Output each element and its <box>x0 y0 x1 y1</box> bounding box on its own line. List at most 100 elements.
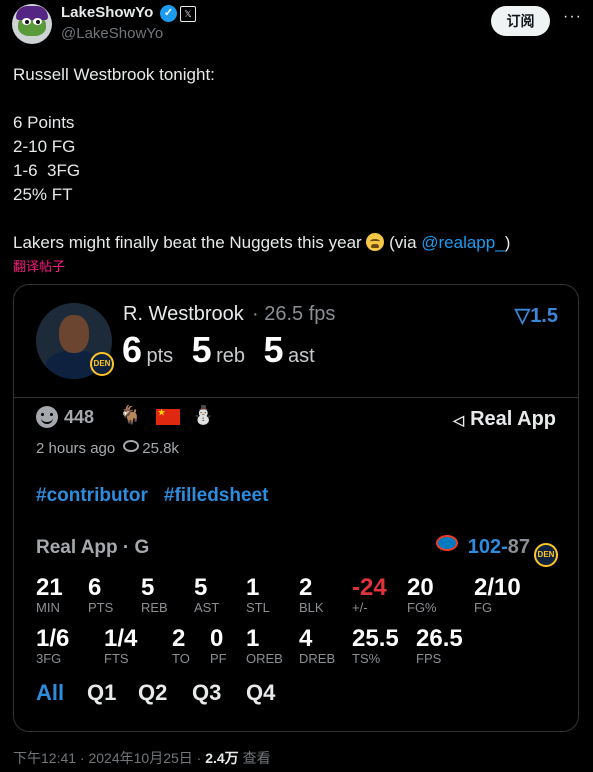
stat-value: 2 <box>299 574 313 601</box>
post-meta: 2 hours ago 25.8k <box>36 440 179 457</box>
more-options-icon[interactable]: ··· <box>563 8 582 26</box>
rebounds-unit: reb <box>216 345 246 367</box>
fps-delta: ▽1.5 <box>515 303 558 328</box>
post-timestamp[interactable]: 下午12:41 · 2024年10月25日 · <box>13 750 205 766</box>
score-home: 102 <box>467 536 502 558</box>
stat-label: STL <box>246 600 270 615</box>
tweet-line: 2-10 FG <box>13 137 76 156</box>
stat-cell: 5 REB <box>141 575 168 615</box>
views-label: 查看 <box>238 750 271 766</box>
fps-delta-value: 1.5 <box>530 305 558 327</box>
translate-post-link[interactable]: 翻译帖子 <box>13 256 65 275</box>
stat-label: FPS <box>416 651 442 666</box>
stat-value: 2/10 <box>474 574 521 601</box>
hashtag-link[interactable]: #contributor <box>36 485 148 506</box>
thunder-logo-icon <box>435 535 458 551</box>
down-triangle-icon: ▽ <box>514 305 531 327</box>
player-head <box>59 315 89 353</box>
divider <box>14 397 578 398</box>
author-avatar[interactable] <box>12 4 52 44</box>
score-separator: - <box>501 536 508 558</box>
stat-label: FG% <box>407 600 437 615</box>
post-view-count: 2.4万 <box>205 750 239 766</box>
assists-value: 5 <box>263 329 284 370</box>
tweet-line-text: ) <box>504 233 511 252</box>
player-name: R. Westbrook <box>123 303 244 325</box>
tab-q1[interactable]: Q1 <box>87 680 116 706</box>
stat-label: PF <box>210 651 227 666</box>
views-eye-icon <box>123 440 140 452</box>
stat-value: 2 <box>172 625 186 652</box>
stat-cell: 25.5 TS% <box>352 626 399 666</box>
stat-value: 0 <box>210 625 224 652</box>
stat-cell: 4 DREB <box>299 626 335 666</box>
player-fps: · 26.5 fps <box>252 303 336 325</box>
stat-cell: 2 BLK <box>299 575 324 615</box>
stat-value: 1 <box>246 574 260 601</box>
tweet-line: 25% FT <box>13 185 73 204</box>
china-flag-icon[interactable] <box>156 408 180 425</box>
real-app-logo-icon: ◁ <box>453 412 465 428</box>
assists-unit: ast <box>287 345 315 367</box>
author-handle[interactable]: @LakeShowYo <box>61 25 163 42</box>
stat-label: 3FG <box>36 651 62 666</box>
hashtag-link[interactable]: #filledsheet <box>164 485 269 506</box>
stat-cell: 26.5 FPS <box>416 626 463 666</box>
stat-label: AST <box>194 600 220 615</box>
brand-label: Real App <box>470 408 556 430</box>
loudly-crying-face-icon <box>366 233 385 251</box>
tab-q4[interactable]: Q4 <box>246 680 275 706</box>
stat-cell: 1/6 3FG <box>36 626 69 666</box>
subscribe-button[interactable]: 订阅 <box>491 6 550 36</box>
stat-value: 1/6 <box>36 625 70 652</box>
eye-icon <box>22 18 31 25</box>
stat-label: MIN <box>36 600 60 615</box>
nuggets-logo-icon: DEN <box>534 543 558 567</box>
hat-icon <box>16 6 48 20</box>
verified-icon[interactable]: ✓ <box>160 5 177 22</box>
rebounds-value: 5 <box>191 329 212 370</box>
stat-cell: 20 FG% <box>407 575 437 615</box>
real-app-brand[interactable]: ◁ Real App <box>453 408 556 431</box>
stat-cell: 1 STL <box>246 575 270 615</box>
tab-q2[interactable]: Q2 <box>138 680 167 706</box>
view-count: 25.8k <box>142 440 179 457</box>
stat-label: BLK <box>299 600 324 615</box>
stat-label: TO <box>172 651 190 666</box>
stat-cell: 2/10 FG <box>474 575 521 615</box>
posted-ago: 2 hours ago <box>36 440 116 457</box>
stat-cell: 21 MIN <box>36 575 63 615</box>
stat-value: 1/4 <box>104 625 138 652</box>
tab-q3[interactable]: Q3 <box>192 680 221 706</box>
stat-value: 20 <box>407 574 434 601</box>
embedded-card[interactable]: DEN R. Westbrook · 26.5 fps 6 pts 5 reb … <box>13 284 579 732</box>
author-display-name[interactable]: LakeShowYo <box>61 4 153 21</box>
figure-icon[interactable]: ⛄ <box>192 405 214 426</box>
stat-cell: 1 OREB <box>246 626 283 666</box>
hashtags: #contributor #filledsheet <box>36 485 284 507</box>
mention-link[interactable]: @realapp_ <box>421 233 504 252</box>
stat-value: 6 <box>88 574 102 601</box>
stat-value: 5 <box>194 574 208 601</box>
post-footer: 下午12:41 · 2024年10月25日 · 2.4万 查看 <box>13 748 271 768</box>
points-value: 6 <box>122 329 143 370</box>
tweet-line-text: (via <box>384 233 422 252</box>
stat-value: 1 <box>246 625 260 652</box>
stat-value: -24 <box>352 574 387 601</box>
stat-cell: -24 +/- <box>352 575 387 615</box>
stat-value: 26.5 <box>416 625 463 652</box>
tweet-line: 6 Points <box>13 113 75 132</box>
stat-value: 21 <box>36 574 63 601</box>
stat-cell: 1/4 FTS <box>104 626 137 666</box>
stat-value: 4 <box>299 625 313 652</box>
affiliation-badge-icon[interactable]: 𝕏 <box>180 6 196 22</box>
stat-label: FTS <box>104 651 129 666</box>
game-score[interactable]: 102-87 DEN <box>435 535 558 567</box>
stat-label: OREB <box>246 651 283 666</box>
stat-cell: 2 TO <box>172 626 190 666</box>
tweet-line: 1-6 3FG <box>13 161 81 180</box>
tab-all[interactable]: All <box>36 680 64 706</box>
stat-label: +/- <box>352 600 368 615</box>
goat-icon[interactable]: 🐐 <box>119 405 141 426</box>
smiley-reaction-icon[interactable] <box>36 406 58 428</box>
